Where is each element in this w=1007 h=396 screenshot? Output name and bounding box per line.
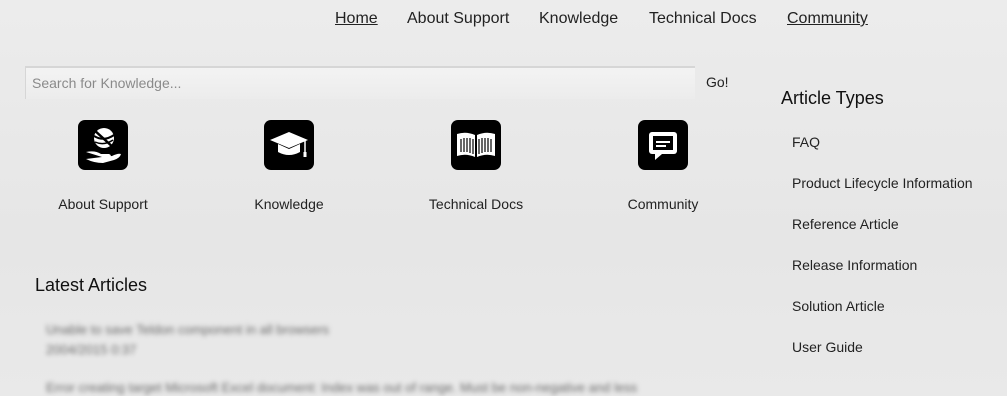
article-type-reference[interactable]: Reference Article — [792, 216, 973, 257]
open-book-icon — [451, 120, 501, 170]
go-button[interactable]: Go! — [706, 74, 729, 90]
article-type-release-information[interactable]: Release Information — [792, 257, 973, 298]
article-link[interactable]: Unable to save Teldon component in all b… — [46, 322, 329, 337]
tile-about-support[interactable]: About Support — [23, 120, 183, 212]
article-type-solution[interactable]: Solution Article — [792, 298, 973, 339]
article-date: 2004/2015 0:37 — [46, 342, 137, 357]
search-box — [25, 66, 695, 99]
chat-bubble-icon — [638, 120, 688, 170]
hand-globe-icon — [78, 120, 128, 170]
nav-home[interactable]: Home — [335, 10, 378, 28]
tile-label: Knowledge — [254, 196, 324, 212]
nav-knowledge[interactable]: Knowledge — [539, 10, 618, 28]
tile-label: Community — [627, 196, 699, 212]
tile-label: Technical Docs — [428, 196, 524, 212]
tile-knowledge[interactable]: Knowledge — [209, 120, 369, 212]
article-type-user-guide[interactable]: User Guide — [792, 339, 973, 380]
graduation-cap-icon — [264, 120, 314, 170]
article-types-list: FAQ Product Lifecycle Information Refere… — [792, 134, 973, 380]
latest-articles-heading: Latest Articles — [35, 275, 148, 295]
article-types-heading: Article Types — [781, 88, 884, 108]
tile-community[interactable]: Community — [583, 120, 743, 212]
article-link[interactable]: Error creating target Microsoft Excel do… — [46, 380, 637, 395]
nav-about-support[interactable]: About Support — [407, 10, 509, 28]
nav-technical-docs[interactable]: Technical Docs — [649, 10, 757, 28]
tile-technical-docs[interactable]: Technical Docs — [396, 120, 556, 212]
tile-label: About Support — [58, 196, 148, 212]
search-input[interactable] — [26, 68, 672, 97]
top-nav: Home About Support Knowledge Technical D… — [0, 10, 1007, 30]
article-type-faq[interactable]: FAQ — [792, 134, 973, 175]
article-type-product-lifecycle[interactable]: Product Lifecycle Information — [792, 175, 973, 216]
nav-community[interactable]: Community — [787, 10, 868, 28]
